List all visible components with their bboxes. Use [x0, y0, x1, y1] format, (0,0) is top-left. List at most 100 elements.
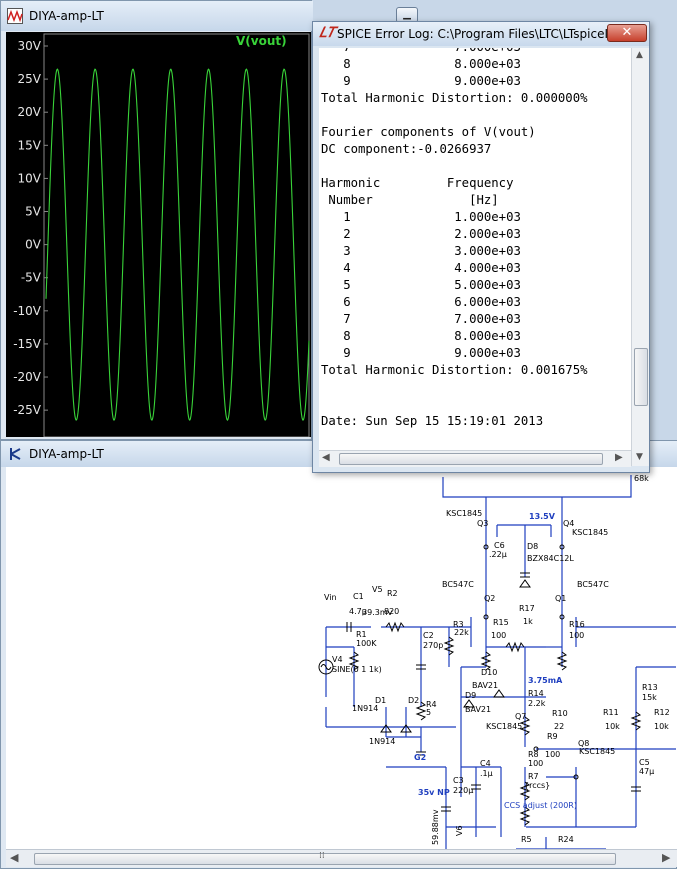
y-tick-label: -5V [21, 271, 42, 285]
y-tick-label: -15V [13, 337, 42, 351]
label-r9: R9 [547, 732, 558, 741]
label-v5: V5 [372, 585, 383, 594]
error-log-text-area[interactable]: 7 7.000e+03 8 8.000e+03 9 9.000e+03 Total… [319, 48, 631, 466]
label-d9: D9 [465, 691, 476, 700]
schematic-wires [325, 475, 676, 849]
label-c3: C3 [453, 776, 464, 785]
label-c5v: 47µ [639, 767, 654, 776]
schematic-app-icon [10, 448, 21, 460]
waveform-window: DIYA-amp-LT ▁ 30V 25V 20V 15V 10V 5V 0V -5V -10V… [0, 0, 418, 440]
label-r1: R1 [356, 630, 367, 639]
label-r15: R15 [493, 618, 509, 627]
label-r3v: 22k [454, 628, 469, 637]
log-line: Fourier components of V(vout) [321, 125, 536, 139]
label-r14: R14 [528, 689, 544, 698]
log-line: Harmonic Frequency [321, 176, 514, 190]
log-line: Date: Sun Sep 15 15:19:01 2013 [321, 414, 544, 428]
label-35v-np: 35v NP [418, 788, 450, 797]
spice-error-log-window: 𝐿𝑇 SPICE Error Log: C:\Program Files\LTC… [312, 21, 650, 473]
label-q3: Q3 [477, 519, 488, 528]
label-d10: D10 [481, 668, 497, 677]
label-v6v: 59.88mv [431, 809, 440, 845]
log-vertical-scrollbar[interactable]: ▲ ▼ [631, 48, 649, 466]
log-line: 8 8.000e+03 [321, 329, 521, 343]
label-r11v: 10k [605, 722, 620, 731]
log-line: 4 4.000e+03 [321, 261, 521, 275]
label-q2: Q2 [484, 594, 495, 603]
label-v4: V4 [332, 655, 343, 664]
scroll-left-icon[interactable]: ◀ [10, 851, 18, 864]
log-scroll-right-icon[interactable]: ▶ [615, 452, 623, 463]
waveform-svg: 30V 25V 20V 15V 10V 5V 0V -5V -10V -15V -20V -25V V(… [13, 33, 310, 438]
log-line: Total Harmonic Distortion: 0.001675% [321, 363, 588, 377]
label-r4v: 5 [426, 708, 431, 717]
waveform-window-title: DIYA-amp-LT [29, 9, 104, 23]
log-horizontal-scrollbar[interactable]: ◀ ▶ [319, 450, 631, 467]
label-r11: R11 [603, 708, 619, 717]
label-r16: R16 [569, 620, 585, 629]
label-q7: Q7 [515, 712, 526, 721]
label-ksc1845-q7: KSC1845 [486, 722, 522, 731]
schematic-canvas[interactable]: 68k KSC1845 Q3 13.5V Q4 KSC1845 C6 .22µ … [6, 467, 677, 849]
label-r12v: 10k [654, 722, 669, 731]
label-c1: C1 [353, 592, 364, 601]
label-r12: R12 [654, 708, 670, 717]
y-tick-label: 20V [18, 105, 42, 119]
y-tick-label: 10V [18, 171, 42, 185]
waveform-title-bar[interactable]: DIYA-amp-LT ▁ [1, 1, 418, 31]
error-log-title-bar[interactable]: 𝐿𝑇 SPICE Error Log: C:\Program Files\LTC… [313, 22, 649, 46]
label-c6: C6 [494, 541, 505, 550]
log-line: Number [Hz] [321, 193, 499, 207]
log-hscroll-thumb[interactable] [339, 453, 603, 465]
label-r7: R7 [528, 772, 539, 781]
ltspice-logo-icon: 𝐿𝑇 [319, 25, 336, 41]
scroll-right-icon[interactable]: ▶ [662, 851, 670, 864]
vout-trace [45, 68, 310, 421]
label-r2v: 820 [384, 607, 399, 616]
label-1n914-a: 1N914 [352, 704, 378, 713]
log-line: Total Harmonic Distortion: 0.000000% [321, 91, 588, 105]
grip-icon: ⁞⁞ [319, 851, 325, 861]
label-v6: V6 [455, 825, 464, 836]
label-c4: C4 [480, 759, 491, 768]
label-r13v: 15k [642, 693, 657, 702]
log-line: 7 7.000e+03 [321, 312, 521, 326]
log-line: 9 9.000e+03 [321, 346, 521, 360]
label-c3v: 220µ [453, 786, 473, 795]
label-ksc1845-left: KSC1845 [446, 509, 482, 518]
schematic-horizontal-scrollbar[interactable]: ◀ ⁞⁞ ▶ [6, 849, 677, 867]
label-r5: R5 [521, 835, 532, 844]
label-q1: Q1 [555, 594, 566, 603]
y-tick-label: -25V [13, 403, 42, 417]
y-tick-label: 25V [18, 72, 42, 86]
schematic-svg: 68k KSC1845 Q3 13.5V Q4 KSC1845 C6 .22µ … [318, 474, 676, 849]
label-1n914-b: 1N914 [369, 737, 395, 746]
label-bav21b: BAV21 [465, 705, 491, 714]
label-g2: G2 [414, 753, 426, 762]
label-d2: D2 [408, 696, 419, 705]
label-r14v: 2.2k [528, 699, 546, 708]
close-button[interactable]: ✕ [607, 24, 647, 42]
log-line: 3 3.000e+03 [321, 244, 521, 258]
log-line: 7 7.000e+03 [321, 48, 521, 56]
y-tick-label: 0V [25, 238, 42, 252]
label-ccs-adjust: CCS adjust (200R) [504, 801, 577, 810]
scroll-down-icon[interactable]: ▼ [636, 452, 643, 462]
label-r2: R2 [387, 589, 398, 598]
label-c2: C2 [423, 631, 434, 640]
schematic-window-title: DIYA-amp-LT [29, 447, 104, 461]
label-r1v: 100K [356, 639, 377, 648]
waveform-plot[interactable]: 30V 25V 20V 15V 10V 5V 0V -5V -10V -15V -20V -25V V(… [6, 32, 311, 438]
label-13-5v: 13.5V [529, 512, 556, 521]
y-tick-label: 15V [18, 138, 42, 152]
log-scroll-left-icon[interactable]: ◀ [322, 452, 330, 463]
scroll-thumb[interactable]: ⁞⁞ [34, 851, 616, 865]
scroll-up-icon[interactable]: ▲ [636, 50, 643, 60]
label-ksc1845-q8: KSC1845 [579, 747, 615, 756]
log-line: 6 6.000e+03 [321, 295, 521, 309]
log-scroll-thumb[interactable] [634, 348, 648, 406]
label-r9v: 100 [545, 750, 560, 759]
trace-label: V(vout) [236, 34, 287, 48]
log-line: 8 8.000e+03 [321, 57, 521, 71]
label-r24: R24 [558, 835, 574, 844]
